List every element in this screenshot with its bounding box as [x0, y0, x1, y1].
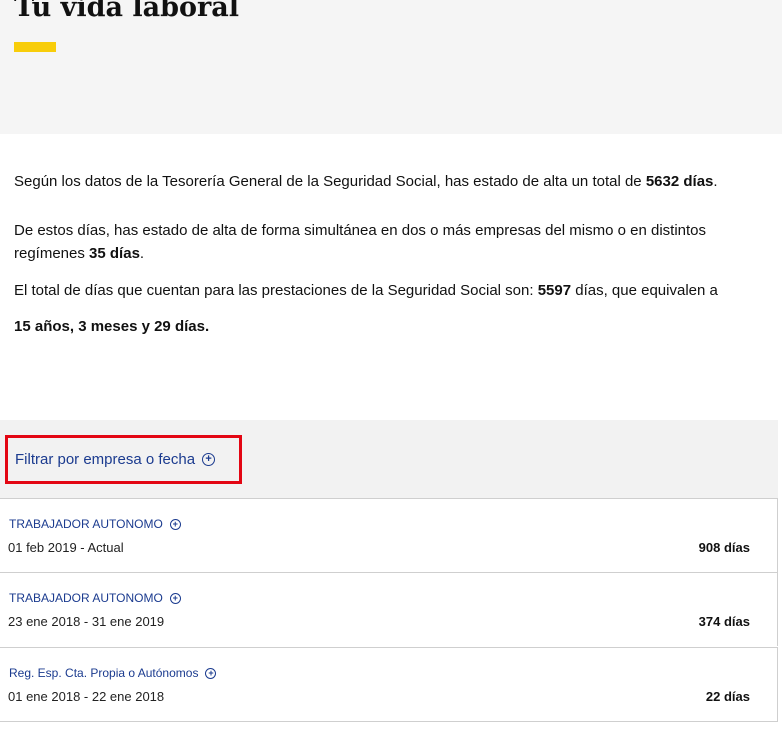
- page-header: Tu vida laboral: [0, 0, 782, 134]
- summary-total-text: Según los datos de la Tesorería General …: [14, 173, 642, 190]
- list-item: Reg. Esp. Cta. Propia o Autónomos + 01 e…: [0, 647, 778, 721]
- summary-equivalence: 15 años, 3 meses y 29 días.: [14, 315, 754, 338]
- row-title: TRABAJADOR AUTONOMO: [9, 591, 163, 605]
- row-dates: 23 ene 2018 - 31 ene 2019: [8, 614, 165, 629]
- filter-by-company-or-date-link[interactable]: Filtrar por empresa o fecha +: [15, 451, 216, 468]
- row-title-link[interactable]: TRABAJADOR AUTONOMO +: [9, 591, 181, 605]
- row-days: 22 días: [705, 689, 750, 704]
- row-dates: 01 ene 2018 - 22 ene 2018: [8, 689, 165, 704]
- plus-circle-icon: +: [202, 453, 216, 466]
- row-title: Reg. Esp. Cta. Propia o Autónomos: [9, 666, 199, 680]
- summary-total-days: 5632 días: [645, 173, 714, 190]
- summary-equivalence-value: 15 años, 3 meses y 29 días.: [14, 318, 210, 335]
- summary-simultaneous-days: 35 días: [89, 245, 140, 262]
- summary-benefits-text: El total de días que cuentan para las pr…: [14, 282, 534, 299]
- plus-circle-icon: +: [169, 592, 181, 604]
- row-days: 374 días: [698, 614, 750, 629]
- summary-benefits-days: 5597: [537, 282, 572, 299]
- row-days: 908 días: [698, 540, 750, 555]
- summary-total: Según los datos de la Tesorería General …: [14, 173, 718, 190]
- title-accent-bar: [14, 42, 56, 52]
- page-title: Tu vida laboral: [14, 0, 239, 23]
- summary-benefits-tail: días, que equivalen a: [575, 282, 718, 299]
- summary-benefits: El total de días que cuentan para las pr…: [14, 279, 754, 302]
- row-title: TRABAJADOR AUTONOMO: [9, 517, 163, 531]
- plus-circle-icon: +: [169, 518, 181, 530]
- row-title-link[interactable]: TRABAJADOR AUTONOMO +: [9, 517, 181, 531]
- summary-simultaneous: De estos días, has estado de alta de for…: [14, 222, 707, 262]
- plus-circle-icon: +: [205, 667, 217, 679]
- list-item: TRABAJADOR AUTONOMO + 01 feb 2019 - Actu…: [0, 498, 778, 572]
- list-item: TRABAJADOR AUTONOMO + 23 ene 2018 - 31 e…: [0, 572, 778, 646]
- list-bottom-divider: [0, 721, 778, 722]
- filter-label: Filtrar por empresa o fecha: [15, 451, 196, 468]
- row-title-link[interactable]: Reg. Esp. Cta. Propia o Autónomos +: [9, 666, 217, 680]
- row-dates: 01 feb 2019 - Actual: [8, 540, 124, 555]
